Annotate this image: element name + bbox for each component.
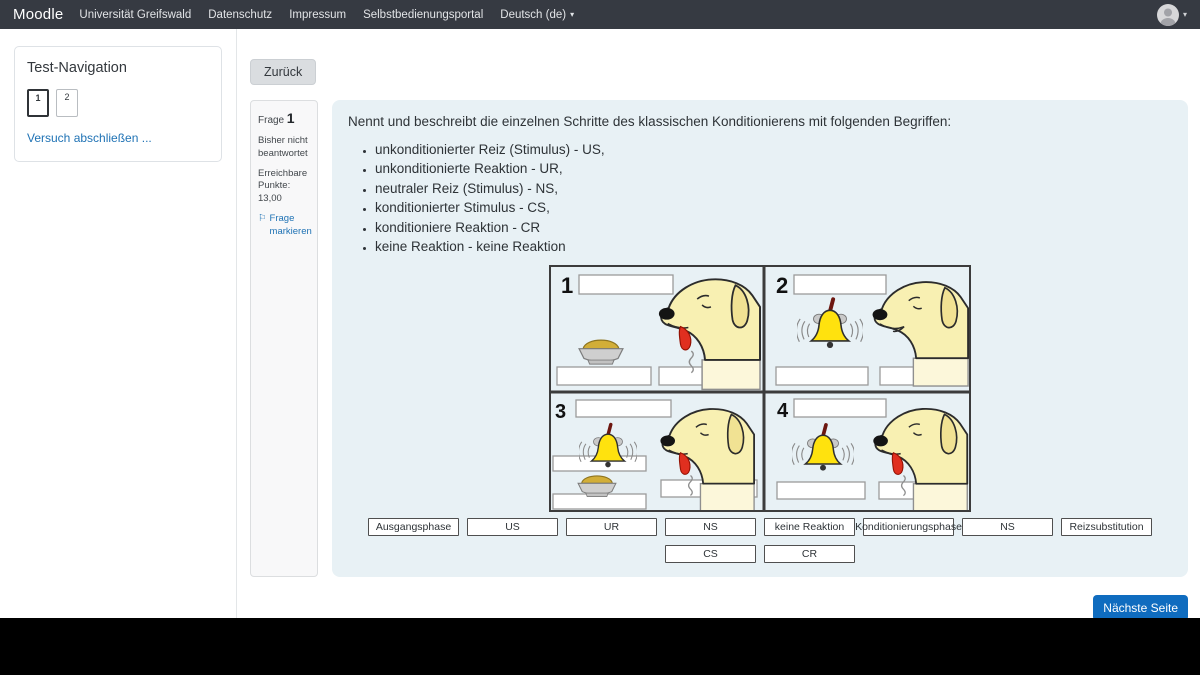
figure-dropzone[interactable]: [794, 275, 886, 294]
person-icon: [1157, 4, 1179, 26]
question-points: Erreichbare Punkte: 13,00: [258, 168, 310, 206]
nav-item-selbstbedienungsportal[interactable]: Selbstbedienungsportal: [363, 9, 483, 21]
nav-item-datenschutz[interactable]: Datenschutz: [208, 9, 272, 21]
question-row: Frage 1 Bisher nicht beantwortet Erreich…: [250, 100, 1188, 577]
question-nav-buttons: 1 2: [27, 89, 209, 117]
flag-question-link[interactable]: ⚐ Frage markieren: [258, 213, 310, 239]
figure-dropzone[interactable]: [777, 482, 865, 499]
chevron-down-icon: ▾: [570, 10, 574, 19]
navbar-right: ▾: [1157, 4, 1187, 26]
term-item: neutraler Reiz (Stimulus) - NS,: [375, 179, 1172, 199]
question-info-box: Frage 1 Bisher nicht beantwortet Erreich…: [250, 100, 318, 577]
flag-icon: ⚐: [258, 213, 267, 239]
moodle-logo[interactable]: Moodle: [13, 6, 63, 23]
question-nav-button-1[interactable]: 1: [27, 89, 49, 117]
question-prompt: Nennt und beschreibt die einzelnen Schri…: [348, 113, 1172, 131]
quadrant-number: 2: [776, 273, 788, 298]
language-menu[interactable]: Deutsch (de): [500, 9, 566, 21]
term-item: unkonditionierte Reaktion - UR,: [375, 159, 1172, 179]
top-navbar: Moodle Universität Greifswald Datenschut…: [0, 0, 1200, 29]
back-button[interactable]: Zurück: [250, 59, 316, 85]
drag-label-ns[interactable]: NS: [665, 518, 756, 536]
question-number: 1: [287, 110, 295, 126]
next-page-button[interactable]: Nächste Seite: [1093, 595, 1188, 621]
term-item: konditionierter Stimulus - CS,: [375, 198, 1172, 218]
drag-label-ns-2[interactable]: NS: [962, 518, 1053, 536]
quadrant-2: 2: [776, 273, 968, 386]
user-menu-caret-icon[interactable]: ▾: [1183, 10, 1187, 19]
drag-label-reizsubstitution[interactable]: Reizsubstitution: [1061, 518, 1152, 536]
term-list: unkonditionierter Reiz (Stimulus) - US, …: [348, 140, 1172, 257]
question-number-line: Frage 1: [258, 109, 310, 128]
drag-label-keine-reaktion[interactable]: keine Reaktion: [764, 518, 855, 536]
user-avatar[interactable]: [1157, 4, 1179, 26]
term-item: unkonditionierter Reiz (Stimulus) - US,: [375, 140, 1172, 160]
test-navigation-block: Test-Navigation 1 2 Versuch abschließen …: [14, 46, 222, 162]
main-area: Zurück Frage 1 Bisher nicht beantwortet …: [237, 29, 1200, 618]
quadrant-number: 4: [777, 400, 789, 422]
nav-item-university[interactable]: Universität Greifswald: [79, 9, 191, 21]
sidebar: Test-Navigation 1 2 Versuch abschließen …: [0, 29, 237, 618]
food-bowl-icon: [579, 340, 623, 364]
nav-item-impressum[interactable]: Impressum: [289, 9, 346, 21]
quadrant-number: 1: [561, 273, 573, 298]
drag-label-cr[interactable]: CR: [764, 545, 855, 563]
term-item: keine Reaktion - keine Reaktion: [375, 237, 1172, 257]
conditioning-figure: 1 2: [549, 265, 971, 512]
term-item: konditioniere Reaktion - CR: [375, 218, 1172, 238]
page: Moodle Universität Greifswald Datenschut…: [0, 0, 1200, 675]
conditioning-figure-svg: 1 2: [549, 265, 971, 512]
question-label: Frage: [258, 115, 284, 126]
drag-label-cs[interactable]: CS: [665, 545, 756, 563]
drag-label-us[interactable]: US: [467, 518, 558, 536]
drag-label-ur[interactable]: UR: [566, 518, 657, 536]
drag-label-konditionierungsphase[interactable]: Konditionierungsphase: [863, 518, 954, 536]
drag-label-ausgangsphase[interactable]: Ausgangsphase: [368, 518, 459, 536]
quadrant-number: 3: [555, 401, 566, 423]
test-navigation-title: Test-Navigation: [27, 60, 209, 76]
pagination-row: Nächste Seite: [250, 595, 1188, 621]
quadrant-1: 1: [557, 273, 760, 389]
bell-icon: [796, 299, 863, 348]
footer-black-bar: [0, 618, 1200, 675]
question-status: Bisher nicht beantwortet: [258, 135, 310, 161]
content-area: Test-Navigation 1 2 Versuch abschließen …: [0, 29, 1200, 618]
flag-question-label: Frage markieren: [270, 213, 312, 239]
quadrant-3: 3: [553, 400, 757, 511]
question-nav-button-2[interactable]: 2: [56, 89, 78, 117]
figure-dropzone[interactable]: [576, 400, 671, 417]
quadrant-4: 4: [777, 399, 967, 511]
figure-dropzone[interactable]: [776, 367, 868, 385]
figure-dropzone[interactable]: [579, 275, 673, 294]
drag-labels: Ausgangsphase US UR NS keine Reaktion Ko…: [368, 518, 1152, 563]
finish-attempt-link[interactable]: Versuch abschließen ...: [27, 131, 209, 145]
bell-icon: [791, 424, 854, 470]
figure-dropzone[interactable]: [794, 399, 886, 417]
figure-dropzone[interactable]: [557, 367, 651, 385]
question-panel: Nennt und beschreibt die einzelnen Schri…: [332, 100, 1188, 577]
